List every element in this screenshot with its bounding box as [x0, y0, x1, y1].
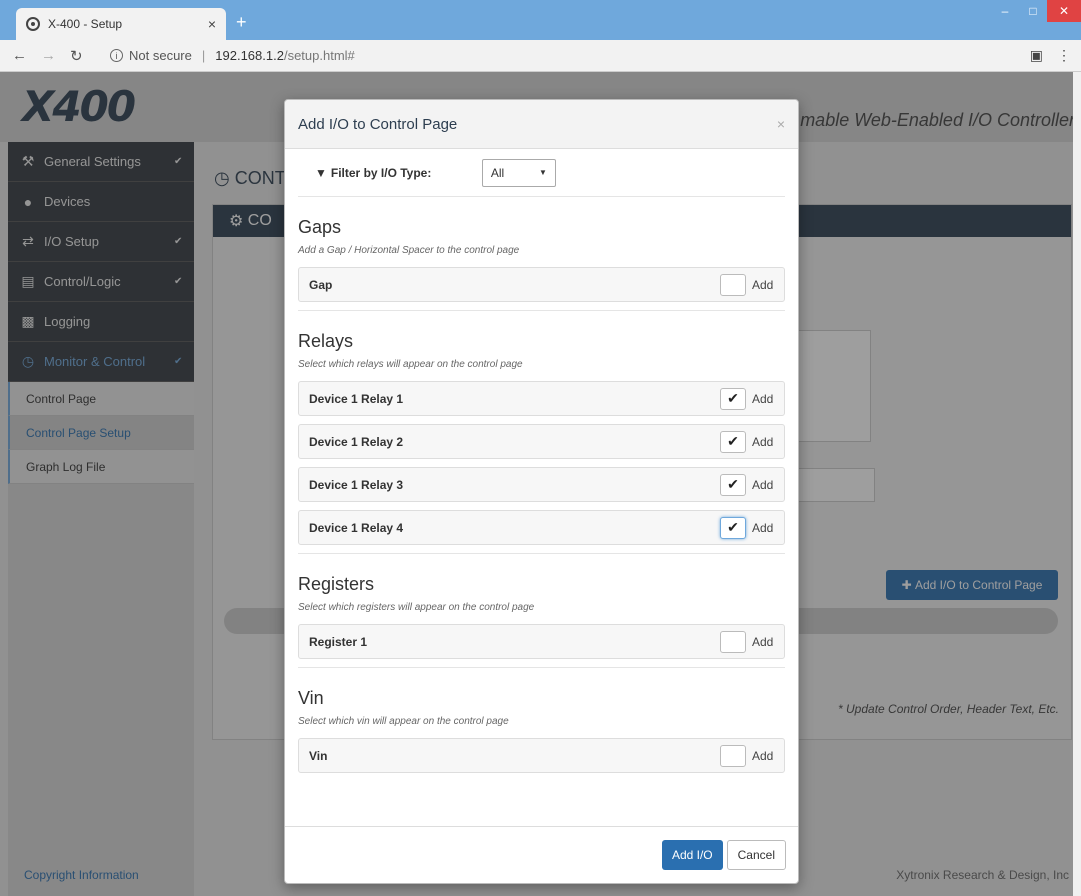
- io-row: Gap Add: [298, 267, 785, 302]
- cancel-button[interactable]: Cancel: [726, 840, 786, 870]
- url-host: 192.168.1.2: [215, 48, 284, 63]
- modal-footer: Add I/O Cancel: [285, 826, 798, 883]
- io-label: Device 1 Relay 3: [309, 477, 404, 492]
- section-relays: Relays Select which relays will appear on…: [298, 310, 785, 545]
- add-checkbox[interactable]: [720, 273, 746, 296]
- section-title: Gaps: [298, 217, 342, 237]
- section-registers: Registers Select which registers will app…: [298, 553, 785, 659]
- url-separator: |: [201, 48, 206, 63]
- tab-close-icon[interactable]: ×: [208, 16, 216, 32]
- io-row: Device 1 Relay 1 ✔ Add: [298, 381, 785, 416]
- page-scrollbar[interactable]: [1073, 72, 1081, 896]
- add-label: Add: [752, 748, 774, 763]
- filter-label: Filter by I/O Type:: [330, 165, 432, 180]
- section-vin: Vin Select which vin will appear on the c…: [298, 667, 785, 773]
- section-title: Registers: [298, 574, 375, 594]
- close-window-icon[interactable]: ✕: [1047, 0, 1081, 22]
- modal-title: Add I/O to Control Page: [298, 115, 458, 133]
- section-description: Select which registers will appear on th…: [298, 602, 535, 613]
- title-bar: X-400 - Setup × + – □ ✕: [0, 0, 1081, 40]
- add-label: Add: [752, 634, 774, 649]
- io-label: Device 1 Relay 4: [309, 520, 404, 535]
- profile-icon[interactable]: ▣: [1030, 47, 1043, 64]
- add-label: Add: [752, 277, 774, 292]
- add-label: Add: [752, 477, 774, 492]
- section-title: Vin: [298, 688, 324, 708]
- forward-icon[interactable]: →: [41, 47, 56, 65]
- close-icon[interactable]: ×: [777, 116, 785, 132]
- back-icon[interactable]: ←: [12, 47, 27, 65]
- io-row: Device 1 Relay 2 ✔ Add: [298, 424, 785, 459]
- section-title: Relays: [298, 331, 354, 351]
- modal-header: Add I/O to Control Page ×: [285, 100, 798, 149]
- filter-row: ▼ Filter by I/O Type: All ▼: [298, 149, 785, 197]
- io-row: Device 1 Relay 4 ✔ Add: [298, 510, 785, 545]
- io-label: Device 1 Relay 2: [309, 434, 404, 449]
- caret-down-icon: ▼: [538, 168, 547, 177]
- add-label: Add: [752, 391, 774, 406]
- menu-icon[interactable]: ⋮: [1057, 47, 1071, 64]
- io-row: Device 1 Relay 3 ✔ Add: [298, 467, 785, 502]
- add-checkbox[interactable]: ✔: [720, 473, 746, 496]
- add-checkbox[interactable]: ✔: [720, 516, 746, 539]
- add-checkbox[interactable]: [720, 744, 746, 767]
- add-label: Add: [752, 434, 774, 449]
- reload-icon[interactable]: ↻: [70, 47, 83, 65]
- io-label: Gap: [309, 277, 333, 292]
- io-label: Vin: [309, 748, 328, 763]
- modal-body: ▼ Filter by I/O Type: All ▼ Gaps Add a Ga…: [285, 149, 798, 773]
- tab-title: X-400 - Setup: [48, 17, 123, 31]
- globe-icon: [26, 17, 40, 31]
- info-icon[interactable]: i: [110, 49, 123, 62]
- minimize-icon[interactable]: –: [991, 0, 1019, 22]
- io-label: Register 1: [309, 634, 368, 649]
- maximize-icon[interactable]: □: [1019, 0, 1047, 22]
- url-field[interactable]: i Not secure | 192.168.1.2/setup.html#: [110, 48, 355, 63]
- add-label: Add: [752, 520, 774, 535]
- section-description: Select which vin will appear on the cont…: [298, 716, 509, 727]
- io-label: Device 1 Relay 1: [309, 391, 404, 406]
- add-checkbox[interactable]: ✔: [720, 430, 746, 453]
- add-checkbox[interactable]: ✔: [720, 387, 746, 410]
- io-type-select[interactable]: All ▼: [481, 158, 556, 187]
- add-io-modal: Add I/O to Control Page × ▼ Filter by I/…: [284, 99, 799, 884]
- io-row: Register 1 Add: [298, 624, 785, 659]
- toolbar-right: ▣ ⋮: [1030, 47, 1071, 64]
- security-label: Not secure: [129, 48, 192, 63]
- new-tab-button[interactable]: +: [236, 13, 247, 31]
- url-path: /setup.html#: [283, 48, 355, 63]
- address-bar: ← → ↻ i Not secure | 192.168.1.2/setup.h…: [0, 40, 1081, 72]
- navigation-buttons: ← → ↻: [0, 47, 110, 65]
- section-description: Add a Gap / Horizontal Spacer to the con…: [298, 245, 520, 256]
- section-description: Select which relays will appear on the c…: [298, 359, 523, 370]
- add-checkbox[interactable]: [720, 630, 746, 653]
- section-gaps: Gaps Add a Gap / Horizontal Spacer to the…: [298, 197, 785, 302]
- add-io-button[interactable]: Add I/O: [661, 840, 723, 870]
- filter-icon: ▼: [315, 165, 327, 180]
- io-row: Vin Add: [298, 738, 785, 773]
- select-value: All: [490, 165, 505, 180]
- window-controls: – □ ✕: [991, 0, 1081, 22]
- browser-tab[interactable]: X-400 - Setup ×: [16, 8, 226, 40]
